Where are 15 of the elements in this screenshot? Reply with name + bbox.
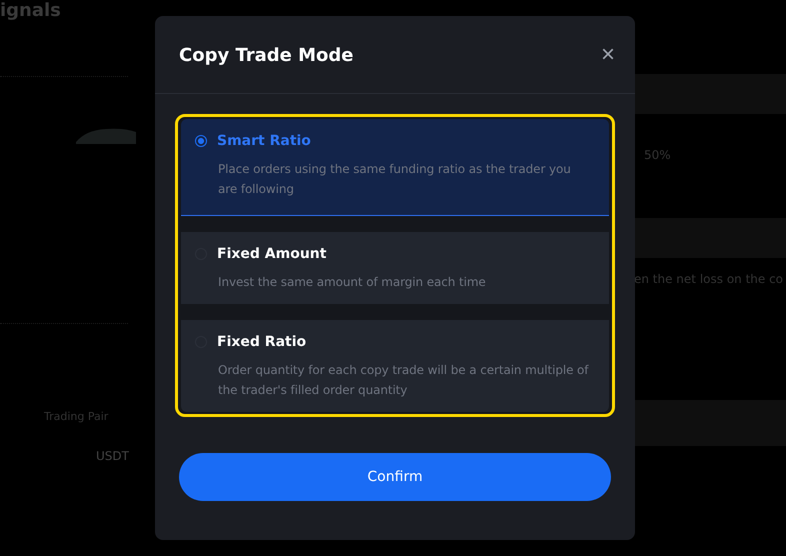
option-description: Invest the same amount of margin each time: [217, 274, 487, 291]
mode-option[interactable]: Fixed Amount Invest the same amount of margin each time: [181, 232, 609, 304]
mode-option[interactable]: Fixed Ratio Order quantity for each copy trade will be a certain multiple of the trader's filled order quantity: [181, 320, 609, 412]
confirm-button[interactable]: Confirm: [179, 453, 611, 501]
option-title: Fixed Amount: [217, 246, 326, 262]
radio-button[interactable]: [195, 135, 207, 147]
dialog-title: Copy Trade Mode: [179, 44, 354, 66]
option-description: Order quantity for each copy trade will be a certain multiple of the trader's filled order quantity: [217, 362, 590, 399]
option-title: Fixed Ratio: [217, 334, 306, 350]
close-button[interactable]: ×: [600, 43, 615, 67]
option-title: Smart Ratio: [217, 133, 311, 149]
table-cell: USDT: [96, 449, 129, 463]
mode-option[interactable]: Smart Ratio Place orders using the same funding ratio as the trader you are following: [181, 119, 609, 216]
option-description: Place orders using the same funding ratio as the trader you are following: [217, 161, 572, 198]
page-heading: ignals: [0, 0, 61, 21]
